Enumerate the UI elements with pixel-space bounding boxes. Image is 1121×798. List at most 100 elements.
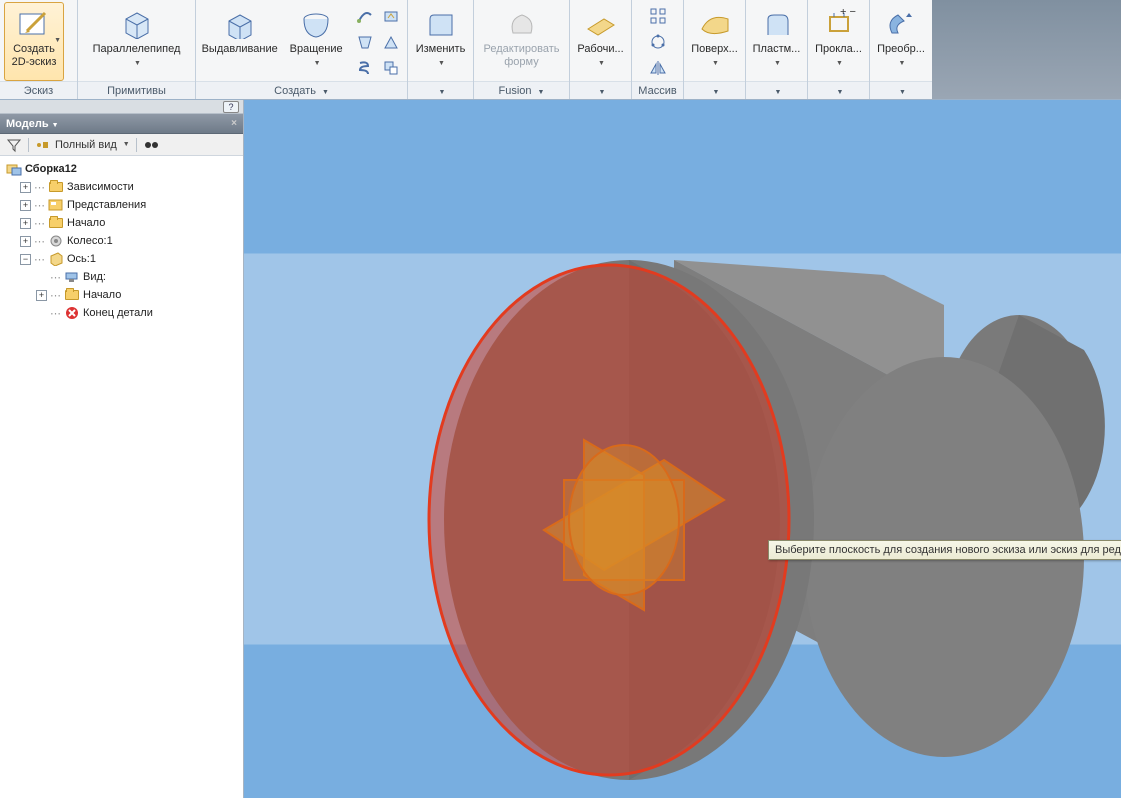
- expander[interactable]: −: [20, 254, 31, 265]
- panel-surface: Поверх...: [684, 0, 746, 99]
- panel-caption-primitives: Примитивы: [78, 81, 195, 99]
- derive-button[interactable]: [379, 56, 403, 80]
- work-features-button[interactable]: Рабочи...: [571, 2, 631, 81]
- part-icon: [48, 252, 64, 266]
- model-tree: Сборка12 +⋯Зависимости +⋯Представления +…: [0, 156, 243, 798]
- folder-icon: [48, 216, 64, 230]
- panel-fusion: Редактировать форму Fusion: [474, 0, 570, 99]
- revolve-label: Вращение: [290, 43, 343, 55]
- expander[interactable]: +: [20, 218, 31, 229]
- create-2d-sketch-button[interactable]: Создать 2D-эскиз ▼: [4, 2, 64, 81]
- coil-icon: [356, 59, 374, 77]
- extrude-icon: [223, 7, 257, 41]
- expander[interactable]: +: [20, 182, 31, 193]
- sweep-button[interactable]: [353, 4, 377, 28]
- tree-node-repr[interactable]: +⋯Представления: [2, 196, 241, 214]
- expander[interactable]: +: [36, 290, 47, 301]
- view-mode-label[interactable]: Полный вид: [55, 139, 117, 151]
- panel-work: Рабочи...: [570, 0, 632, 99]
- 3d-viewport[interactable]: Выберите плоскость для создания нового э…: [244, 100, 1121, 798]
- coil-button[interactable]: [353, 56, 377, 80]
- gasket-button[interactable]: + − Прокла...: [809, 2, 869, 81]
- tree-node-axis[interactable]: −⋯Ось:1: [2, 250, 241, 268]
- ribbon-overflow: [932, 0, 1121, 99]
- mirror-button[interactable]: [646, 56, 670, 80]
- tree-node-wheel[interactable]: +⋯Колесо:1: [2, 232, 241, 250]
- tree-node-deps[interactable]: +⋯Зависимости: [2, 178, 241, 196]
- panel-caption-plastic[interactable]: [746, 81, 807, 99]
- transform-icon: [884, 7, 918, 41]
- expander[interactable]: +: [20, 236, 31, 247]
- panel-caption-work[interactable]: [570, 81, 631, 99]
- circ-array-icon: [649, 33, 667, 51]
- part-icon: [48, 234, 64, 248]
- svg-text:+ −: + −: [840, 9, 856, 18]
- panel-plastic: Пластм...: [746, 0, 808, 99]
- modify-button[interactable]: Изменить: [411, 2, 471, 81]
- panel-caption-surface[interactable]: [684, 81, 745, 99]
- cube-icon: [120, 7, 154, 41]
- plane-icon: [584, 7, 618, 41]
- panel-gasket: + − Прокла...: [808, 0, 870, 99]
- box-label: Параллелепипед: [93, 43, 181, 55]
- workspace: ? Модель × Полный вид ▼ Сборка12 +⋯Завис…: [0, 100, 1121, 798]
- panel-caption-modify[interactable]: [408, 81, 473, 99]
- plastic-button[interactable]: Пластм...: [747, 2, 807, 81]
- surface-button[interactable]: Поверх...: [685, 2, 745, 81]
- panel-caption-sketch: Эскиз: [0, 81, 77, 99]
- panel-transform: Преобр...: [870, 0, 932, 99]
- edit-form-label: Редактировать форму: [484, 43, 560, 68]
- folder-icon: [64, 288, 80, 302]
- rect-array-button[interactable]: [646, 4, 670, 28]
- end-part-icon: [64, 306, 80, 320]
- filter-icon[interactable]: [6, 137, 22, 153]
- assembly-icon: [6, 162, 22, 176]
- browser-toolbar: Полный вид ▼: [0, 134, 243, 156]
- folder-icon: [48, 180, 64, 194]
- expander[interactable]: +: [20, 200, 31, 211]
- transform-button[interactable]: Преобр...: [871, 2, 931, 81]
- browser-titlebar[interactable]: Модель ×: [0, 114, 243, 134]
- help-icon[interactable]: ?: [223, 101, 239, 113]
- extrude-label: Выдавливание: [202, 43, 278, 56]
- box-primitive-button[interactable]: Параллелепипед: [86, 2, 188, 81]
- loft-icon: [356, 33, 374, 51]
- view-icon: [64, 270, 80, 284]
- emboss-icon: [382, 7, 400, 25]
- edit-form-icon: [505, 7, 539, 41]
- model-browser: ? Модель × Полный вид ▼ Сборка12 +⋯Завис…: [0, 100, 244, 798]
- tree-node-origin2[interactable]: +⋯Начало: [2, 286, 241, 304]
- revolve-button[interactable]: Вращение: [281, 2, 351, 81]
- panel-caption-fusion[interactable]: Fusion: [474, 81, 569, 99]
- surface-icon: [698, 7, 732, 41]
- panel-sketch: Создать 2D-эскиз ▼ Эскиз: [0, 0, 78, 99]
- panel-modify: Изменить: [408, 0, 474, 99]
- rib-button[interactable]: [379, 30, 403, 54]
- repr-icon: [48, 198, 64, 212]
- panel-caption-create[interactable]: Создать: [196, 81, 407, 99]
- circ-array-button[interactable]: [646, 30, 670, 54]
- tree-node-view[interactable]: ⋯Вид:: [2, 268, 241, 286]
- surface-label: Поверх...: [691, 43, 738, 55]
- panel-primitives: Параллелепипед Примитивы: [78, 0, 196, 99]
- panel-caption-gasket[interactable]: [808, 81, 869, 99]
- emboss-button[interactable]: [379, 4, 403, 28]
- loft-button[interactable]: [353, 30, 377, 54]
- transform-label: Преобр...: [877, 43, 925, 55]
- panel-caption-transform[interactable]: [870, 81, 932, 99]
- mirror-icon: [649, 59, 667, 77]
- rib-icon: [382, 33, 400, 51]
- browser-close-button[interactable]: ×: [231, 118, 237, 129]
- tree-node-endpart[interactable]: ⋯Конец детали: [2, 304, 241, 322]
- extrude-button[interactable]: Выдавливание: [200, 2, 279, 81]
- tree-node-origin[interactable]: +⋯Начало: [2, 214, 241, 232]
- rect-array-icon: [649, 7, 667, 25]
- gasket-label: Прокла...: [815, 43, 862, 55]
- browser-title: Модель: [6, 118, 49, 130]
- work-label: Рабочи...: [577, 43, 623, 55]
- modify-label: Изменить: [416, 43, 466, 55]
- find-icon[interactable]: [143, 138, 159, 152]
- tree-root[interactable]: Сборка12: [2, 160, 241, 178]
- view-mode-icon[interactable]: [35, 138, 49, 152]
- pencil-square-icon: [17, 7, 51, 41]
